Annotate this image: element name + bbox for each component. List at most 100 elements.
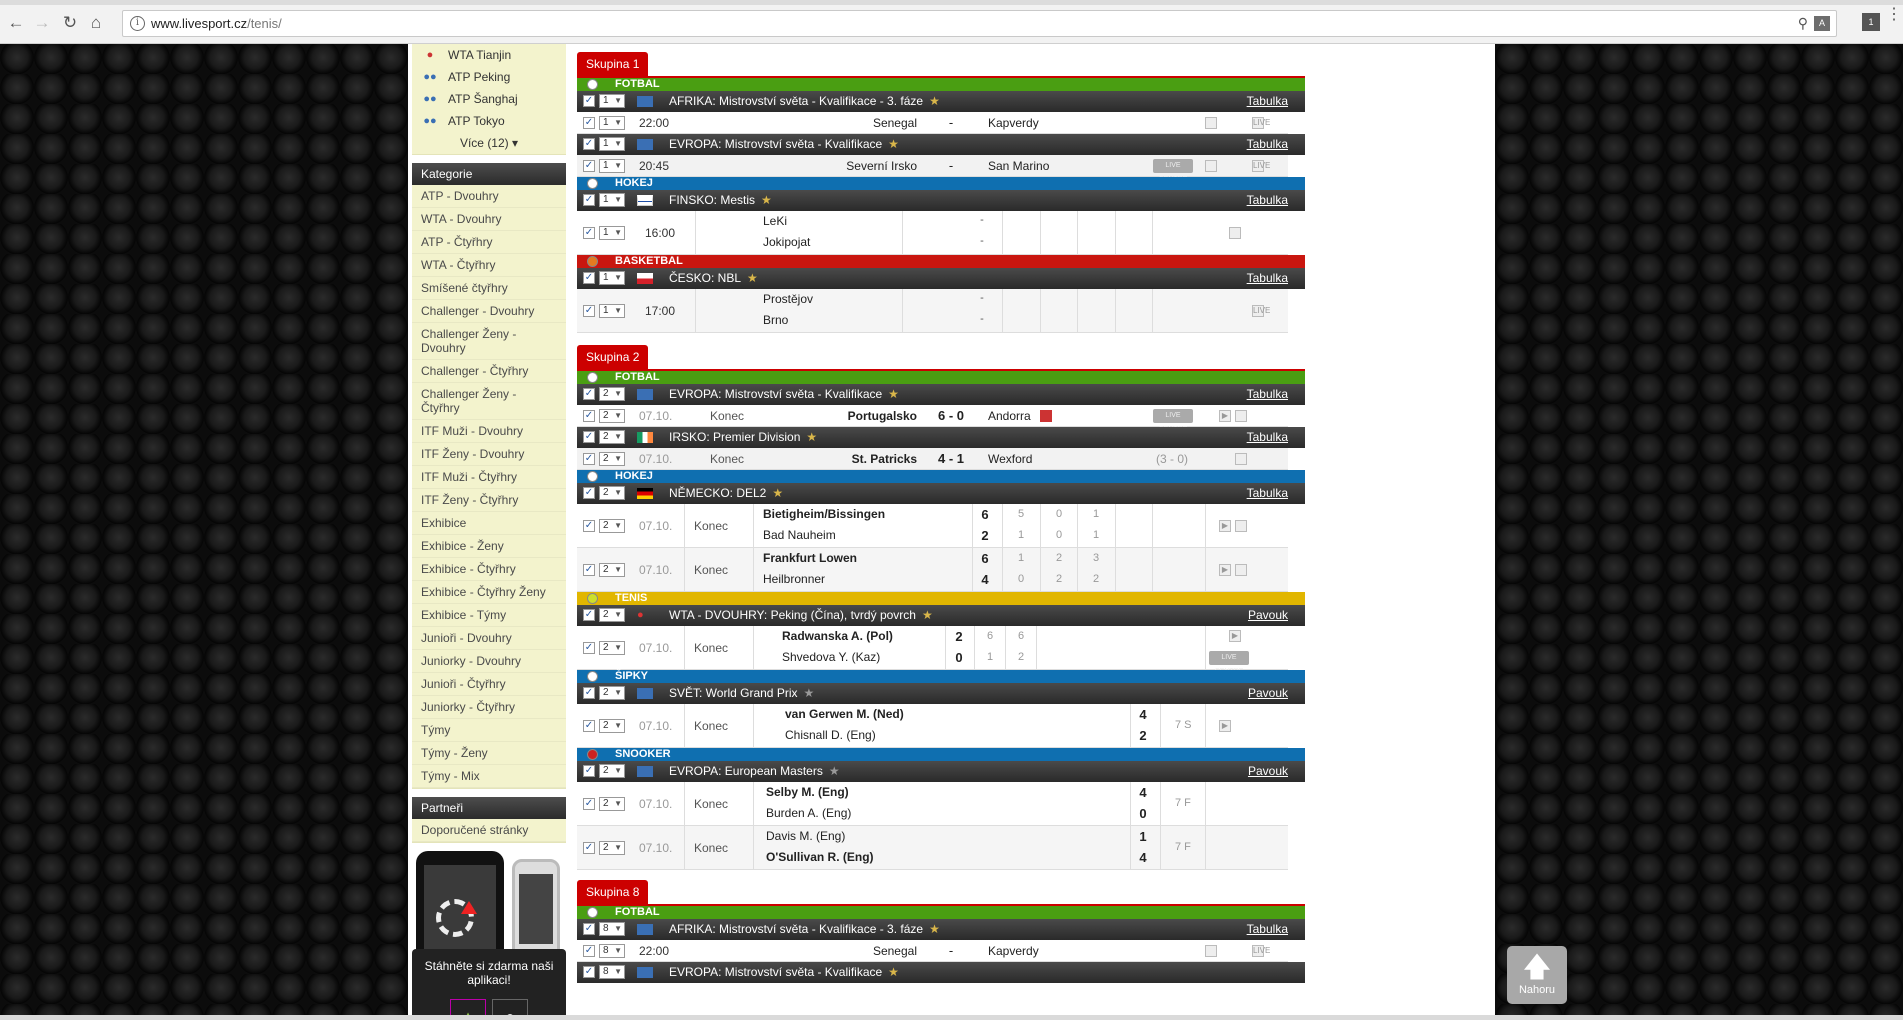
sidebar-item-kategorie[interactable]: ITF Muži - Čtyřhry — [412, 466, 566, 489]
sidebar-item-kategorie[interactable]: Týmy - Ženy — [412, 742, 566, 765]
group-select[interactable]: 1 ▼ — [599, 271, 625, 285]
tabulka-link[interactable]: Tabulka — [1247, 427, 1288, 448]
jersey-icon[interactable] — [1235, 410, 1247, 422]
group-select[interactable]: 2 ▼ — [599, 608, 625, 622]
group-select[interactable]: 1 ▼ — [599, 193, 625, 207]
match-row[interactable]: ✓ 2 ▼ 07.10. Konec Radwanska A. (Pol) Shvedova… — [577, 626, 1288, 675]
sidebar-item-kategorie[interactable]: Junioři - Čtyřhry — [412, 673, 566, 696]
match-row[interactable]: ✓ 2 ▼ 07.10. Konec Frankfurt Lowen Heilbronner… — [577, 548, 1288, 592]
checkbox[interactable]: ✓ — [583, 453, 595, 465]
sidebar-item-kategorie[interactable]: Exhibice - Čtyřhry — [412, 558, 566, 581]
sidebar-top-item[interactable]: ●● ATP Tokyo — [412, 110, 566, 132]
group-select[interactable]: 8 ▼ — [599, 922, 625, 936]
tv-icon[interactable] — [1205, 160, 1217, 172]
checkbox[interactable]: ✓ — [583, 487, 595, 499]
reload-icon[interactable]: ↻ — [60, 13, 80, 33]
zoom-icon[interactable]: ⚲ — [1798, 15, 1808, 32]
highlights-icon[interactable]: ▶ — [1219, 520, 1231, 532]
live-icon[interactable]: LIVE — [1252, 117, 1270, 129]
sidebar-item-kategorie[interactable]: WTA - Čtyřhry — [412, 254, 566, 277]
checkbox[interactable]: ✓ — [583, 227, 595, 239]
sidebar-item-kategorie[interactable]: Junioři - Dvouhry — [412, 627, 566, 650]
pavouk-link[interactable]: Pavouk — [1248, 683, 1288, 704]
match-row[interactable]: ✓ 2 ▼ 07.10. Konec Bietigheim/Bissingen Bad Na… — [577, 504, 1288, 548]
match-row[interactable]: ✓ 1 ▼ 16:00 LeKi Jokipojat - - — [577, 211, 1288, 255]
star-icon[interactable]: ★ — [772, 486, 783, 500]
tabulka-link[interactable]: Tabulka — [1247, 919, 1288, 940]
group-select[interactable]: 2 ▼ — [599, 519, 625, 533]
checkbox[interactable]: ✓ — [583, 160, 595, 172]
sidebar-top-item[interactable]: ● WTA Tianjin — [412, 44, 566, 66]
checkbox[interactable]: ✓ — [583, 720, 595, 732]
checkbox[interactable]: ✓ — [583, 305, 595, 317]
checkbox[interactable]: ✓ — [583, 431, 595, 443]
scroll-top-button[interactable]: 🡅 Nahoru — [1507, 946, 1567, 1004]
sidebar-item-kategorie[interactable]: Juniorky - Dvouhry — [412, 650, 566, 673]
checkbox[interactable]: ✓ — [583, 117, 595, 129]
sidebar-top-item[interactable]: ●● ATP Peking — [412, 66, 566, 88]
match-row[interactable]: ✓ 2 ▼ 07.10. Konec Selby M. (Eng) Burden A. (E… — [577, 782, 1288, 826]
address-bar[interactable]: i www.livesport.cz/tenis/ ⚲ A — [122, 10, 1837, 37]
pavouk-link[interactable]: Pavouk — [1248, 761, 1288, 782]
live-icon[interactable]: LIVE — [1252, 305, 1270, 317]
sidebar-top-item[interactable]: ●● ATP Šanghaj — [412, 88, 566, 110]
star-icon[interactable]: ★ — [929, 94, 940, 108]
checkbox[interactable]: ✓ — [583, 923, 595, 935]
checkbox[interactable]: ✓ — [583, 194, 595, 206]
star-icon[interactable]: ★ — [806, 430, 817, 444]
app-promo-image[interactable] — [412, 849, 566, 949]
group-select[interactable]: 2 ▼ — [599, 387, 625, 401]
checkbox[interactable]: ✓ — [583, 388, 595, 400]
tabulka-link[interactable]: Tabulka — [1247, 483, 1288, 504]
sidebar-item-kategorie[interactable]: Juniorky - Čtyřhry — [412, 696, 566, 719]
highlights-icon[interactable]: ▶ — [1219, 564, 1231, 576]
checkbox[interactable]: ✓ — [583, 520, 595, 532]
sidebar-item-kategorie[interactable]: ATP - Dvouhry — [412, 185, 566, 208]
highlights-icon[interactable]: ▶ — [1219, 720, 1231, 732]
sidebar-item-kategorie[interactable]: Challenger Ženy - Dvouhry — [412, 323, 566, 360]
live-centre-badge[interactable]: LIVE CENTRE — [1153, 409, 1193, 433]
sidebar-item-kategorie[interactable]: Týmy - Mix — [412, 765, 566, 788]
group-select[interactable]: 1 ▼ — [599, 137, 625, 151]
group-select[interactable]: 1 ▼ — [599, 226, 625, 240]
back-icon[interactable]: ← — [6, 13, 26, 33]
checkbox[interactable]: ✓ — [583, 966, 595, 978]
sidebar-item-kategorie[interactable]: ITF Ženy - Dvouhry — [412, 443, 566, 466]
star-icon[interactable]: ★ — [888, 965, 899, 979]
star-icon[interactable]: ★ — [888, 387, 899, 401]
checkbox[interactable]: ✓ — [583, 798, 595, 810]
highlights-icon[interactable]: ▶ — [1219, 410, 1231, 422]
forward-icon[interactable]: → — [32, 13, 52, 33]
live-centre-badge[interactable]: LIVE CENTRE — [1153, 159, 1193, 183]
jersey-icon[interactable] — [1235, 453, 1247, 465]
group-select[interactable]: 2 ▼ — [599, 486, 625, 500]
group-select[interactable]: 2 ▼ — [599, 563, 625, 577]
checkbox[interactable]: ✓ — [583, 410, 595, 422]
jersey-icon[interactable] — [1229, 227, 1241, 239]
sidebar-item-kategorie[interactable]: Challenger - Dvouhry — [412, 300, 566, 323]
live-centre-badge[interactable]: LIVE CENTRE — [1209, 651, 1249, 675]
match-row[interactable]: ✓ 2 ▼ 07.10. Konec Portugalsko 6 - 0 Andorra LIV… — [577, 405, 1288, 433]
checkbox[interactable]: ✓ — [583, 687, 595, 699]
more-link[interactable]: Více (12) ▾ — [412, 132, 566, 154]
group-select[interactable]: 1 ▼ — [599, 304, 625, 318]
group-tab[interactable]: Skupina 2 — [577, 345, 649, 369]
translate-icon[interactable]: A — [1814, 16, 1830, 31]
group-tab[interactable]: Skupina 1 — [577, 52, 649, 76]
sidebar-item-kategorie[interactable]: Exhibice - Ženy — [412, 535, 566, 558]
checkbox[interactable]: ✓ — [583, 272, 595, 284]
checkbox[interactable]: ✓ — [583, 765, 595, 777]
star-icon[interactable]: ★ — [929, 922, 940, 936]
star-icon[interactable]: ★ — [922, 608, 933, 622]
checkbox[interactable]: ✓ — [583, 609, 595, 621]
checkbox[interactable]: ✓ — [583, 95, 595, 107]
tabulka-link[interactable]: Tabulka — [1247, 190, 1288, 211]
group-select[interactable]: 2 ▼ — [599, 719, 625, 733]
sidebar-item-kategorie[interactable]: Exhibice — [412, 512, 566, 535]
group-select[interactable]: 1 ▼ — [599, 94, 625, 108]
sidebar-item-kategorie[interactable]: ITF Ženy - Čtyřhry — [412, 489, 566, 512]
sidebar-item-kategorie[interactable]: Challenger Ženy - Čtyřhry — [412, 383, 566, 420]
sidebar-item-kategorie[interactable]: Exhibice - Čtyřhry Ženy — [412, 581, 566, 604]
jersey-icon[interactable] — [1235, 564, 1247, 576]
sidebar-item-kategorie[interactable]: ITF Muži - Dvouhry — [412, 420, 566, 443]
